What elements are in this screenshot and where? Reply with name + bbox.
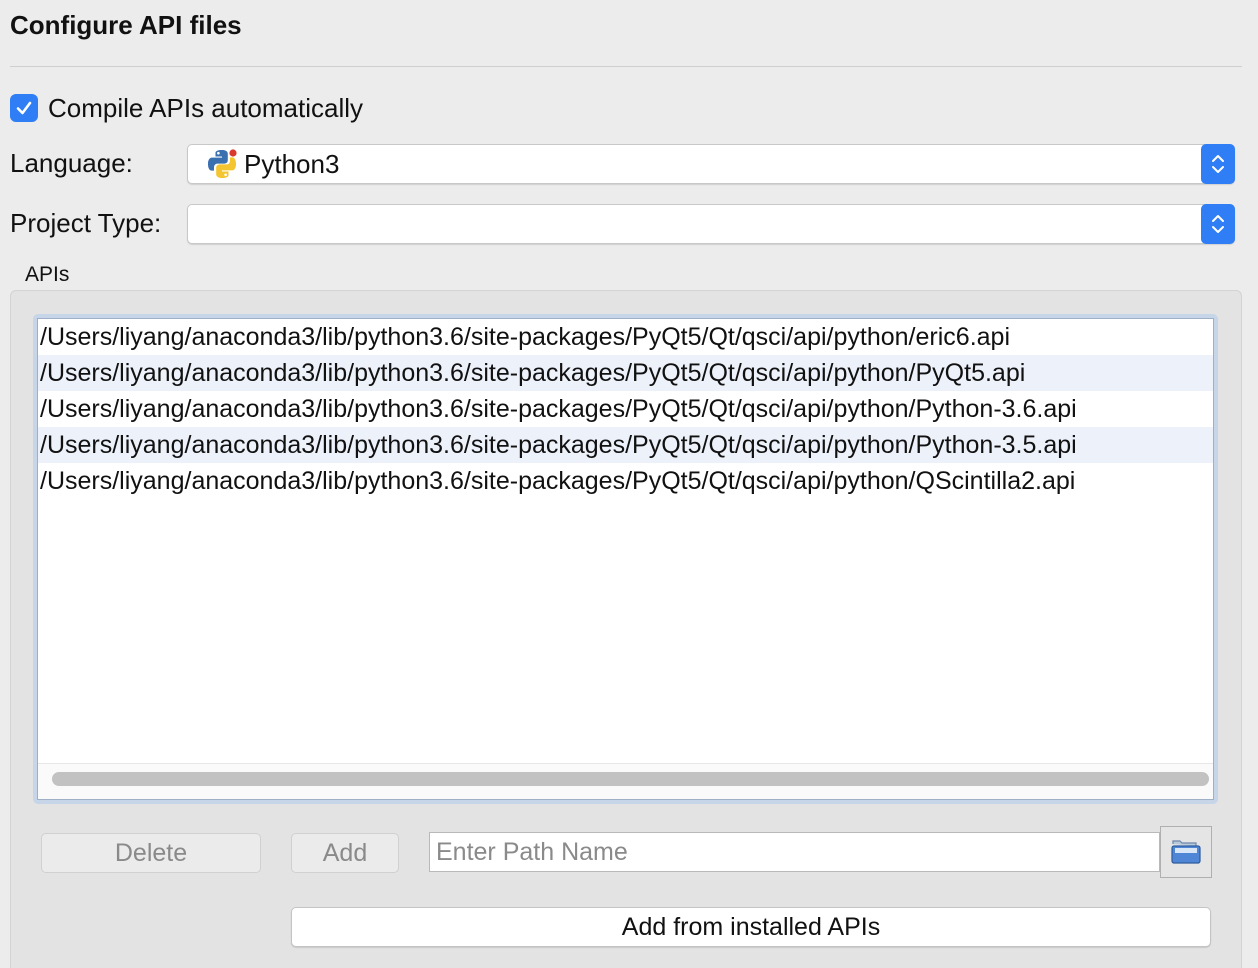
compile-apis-row[interactable]: Compile APIs automatically <box>10 92 363 124</box>
apis-group-title: APIs <box>25 263 70 286</box>
list-item[interactable]: /Users/liyang/anaconda3/lib/python3.6/si… <box>38 463 1213 499</box>
checkmark-icon <box>16 101 32 115</box>
folder-open-icon <box>1171 840 1201 864</box>
list-item[interactable]: /Users/liyang/anaconda3/lib/python3.6/si… <box>38 391 1213 427</box>
language-combobox[interactable]: Python3 <box>187 144 1235 184</box>
add-button[interactable]: Add <box>291 833 399 873</box>
compile-apis-label: Compile APIs automatically <box>48 92 364 123</box>
apis-list-frame: /Users/liyang/anaconda3/lib/python3.6/si… <box>33 314 1218 804</box>
list-item[interactable]: /Users/liyang/anaconda3/lib/python3.6/si… <box>38 427 1213 463</box>
scrollbar-thumb[interactable] <box>52 772 1209 786</box>
page-title: Configure API files <box>10 10 242 40</box>
path-name-input[interactable] <box>429 832 1160 872</box>
add-from-installed-apis-button[interactable]: Add from installed APIs <box>291 907 1211 947</box>
horizontal-scrollbar[interactable] <box>38 763 1213 799</box>
project-type-combobox[interactable] <box>187 204 1235 244</box>
project-type-stepper[interactable] <box>1201 204 1235 244</box>
updown-chevron-icon <box>1212 155 1224 173</box>
compile-apis-checkbox[interactable] <box>10 94 38 122</box>
title-divider <box>10 66 1242 67</box>
delete-button[interactable]: Delete <box>41 833 261 873</box>
updown-chevron-icon <box>1212 215 1224 233</box>
python-icon <box>208 149 237 178</box>
list-item[interactable]: /Users/liyang/anaconda3/lib/python3.6/si… <box>38 355 1213 391</box>
language-value: Python3 <box>244 148 340 179</box>
language-label: Language: <box>10 148 133 178</box>
apis-list[interactable]: /Users/liyang/anaconda3/lib/python3.6/si… <box>37 318 1214 800</box>
language-stepper[interactable] <box>1201 144 1235 184</box>
list-item[interactable]: /Users/liyang/anaconda3/lib/python3.6/si… <box>38 319 1213 355</box>
project-type-label: Project Type: <box>10 208 162 238</box>
browse-button[interactable] <box>1160 826 1212 878</box>
